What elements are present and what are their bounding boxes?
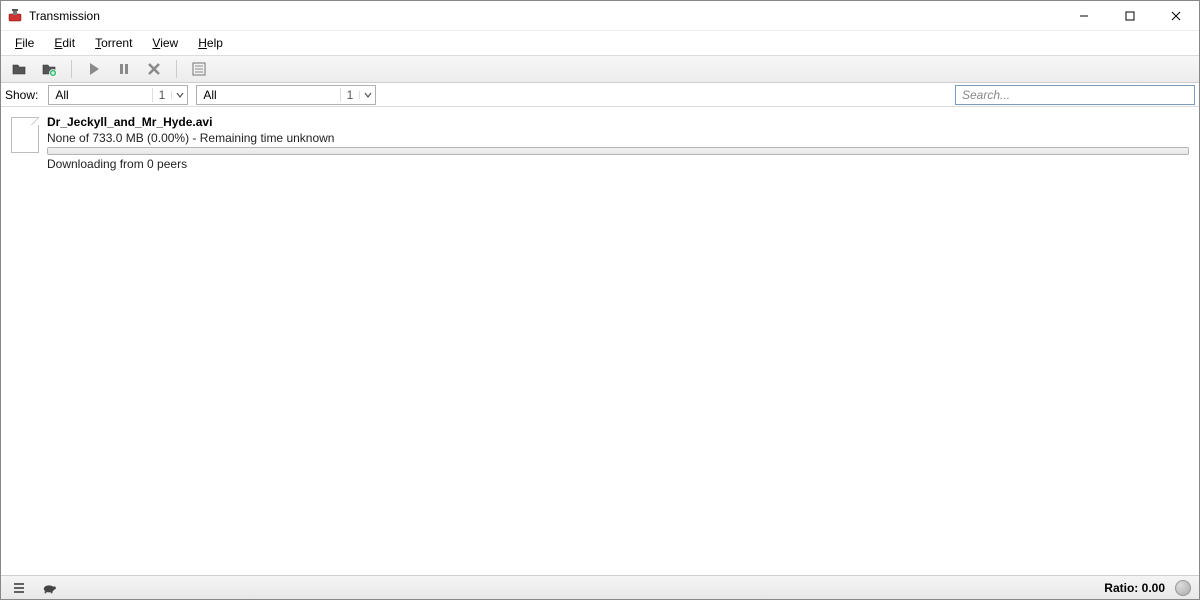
menu-torrent[interactable]: Torrent <box>87 34 140 52</box>
torrent-list: Dr_Jeckyll_and_Mr_Hyde.avi None of 733.0… <box>1 107 1199 575</box>
remove-button[interactable] <box>142 58 166 80</box>
minimize-button[interactable] <box>1061 1 1107 31</box>
torrent-row[interactable]: Dr_Jeckyll_and_Mr_Hyde.avi None of 733.0… <box>7 111 1193 175</box>
filter-status-combo[interactable]: All 1 <box>48 85 188 105</box>
menu-edit[interactable]: Edit <box>46 34 83 52</box>
toolbar-separator <box>176 60 177 78</box>
menu-help[interactable]: Help <box>190 34 231 52</box>
filter-status-value: All <box>49 88 151 102</box>
filter-tracker-count: 1 <box>340 88 360 102</box>
file-icon <box>11 117 39 153</box>
statusbar: Ratio: 0.00 <box>1 575 1199 599</box>
menu-view[interactable]: View <box>144 34 186 52</box>
start-button[interactable] <box>82 58 106 80</box>
close-button[interactable] <box>1153 1 1199 31</box>
open-url-button[interactable] <box>37 58 61 80</box>
chevron-down-icon <box>359 91 375 99</box>
torrent-peers: Downloading from 0 peers <box>47 157 1189 171</box>
chevron-down-icon <box>171 91 187 99</box>
options-button[interactable] <box>9 579 29 597</box>
titlebar: Transmission <box>1 1 1199 31</box>
filter-status-count: 1 <box>152 88 172 102</box>
ratio-label: Ratio: 0.00 <box>1104 581 1165 595</box>
maximize-button[interactable] <box>1107 1 1153 31</box>
pause-button[interactable] <box>112 58 136 80</box>
window-title: Transmission <box>29 9 100 23</box>
search-input[interactable] <box>955 85 1195 105</box>
turtle-mode-button[interactable] <box>39 579 59 597</box>
toolbar-separator <box>71 60 72 78</box>
menu-file[interactable]: File <box>7 34 42 52</box>
filterbar: Show: All 1 All 1 <box>1 83 1199 107</box>
transmission-icon <box>7 8 23 24</box>
torrent-progress-bar <box>47 147 1189 155</box>
torrent-status: None of 733.0 MB (0.00%) - Remaining tim… <box>47 131 1189 145</box>
filter-label: Show: <box>5 88 40 102</box>
torrent-name: Dr_Jeckyll_and_Mr_Hyde.avi <box>47 115 1189 129</box>
filter-tracker-value: All <box>197 88 339 102</box>
menubar: File Edit Torrent View Help <box>1 31 1199 55</box>
toolbar <box>1 55 1199 83</box>
open-file-button[interactable] <box>7 58 31 80</box>
filter-tracker-combo[interactable]: All 1 <box>196 85 376 105</box>
properties-button[interactable] <box>187 58 211 80</box>
network-status-icon[interactable] <box>1175 580 1191 596</box>
